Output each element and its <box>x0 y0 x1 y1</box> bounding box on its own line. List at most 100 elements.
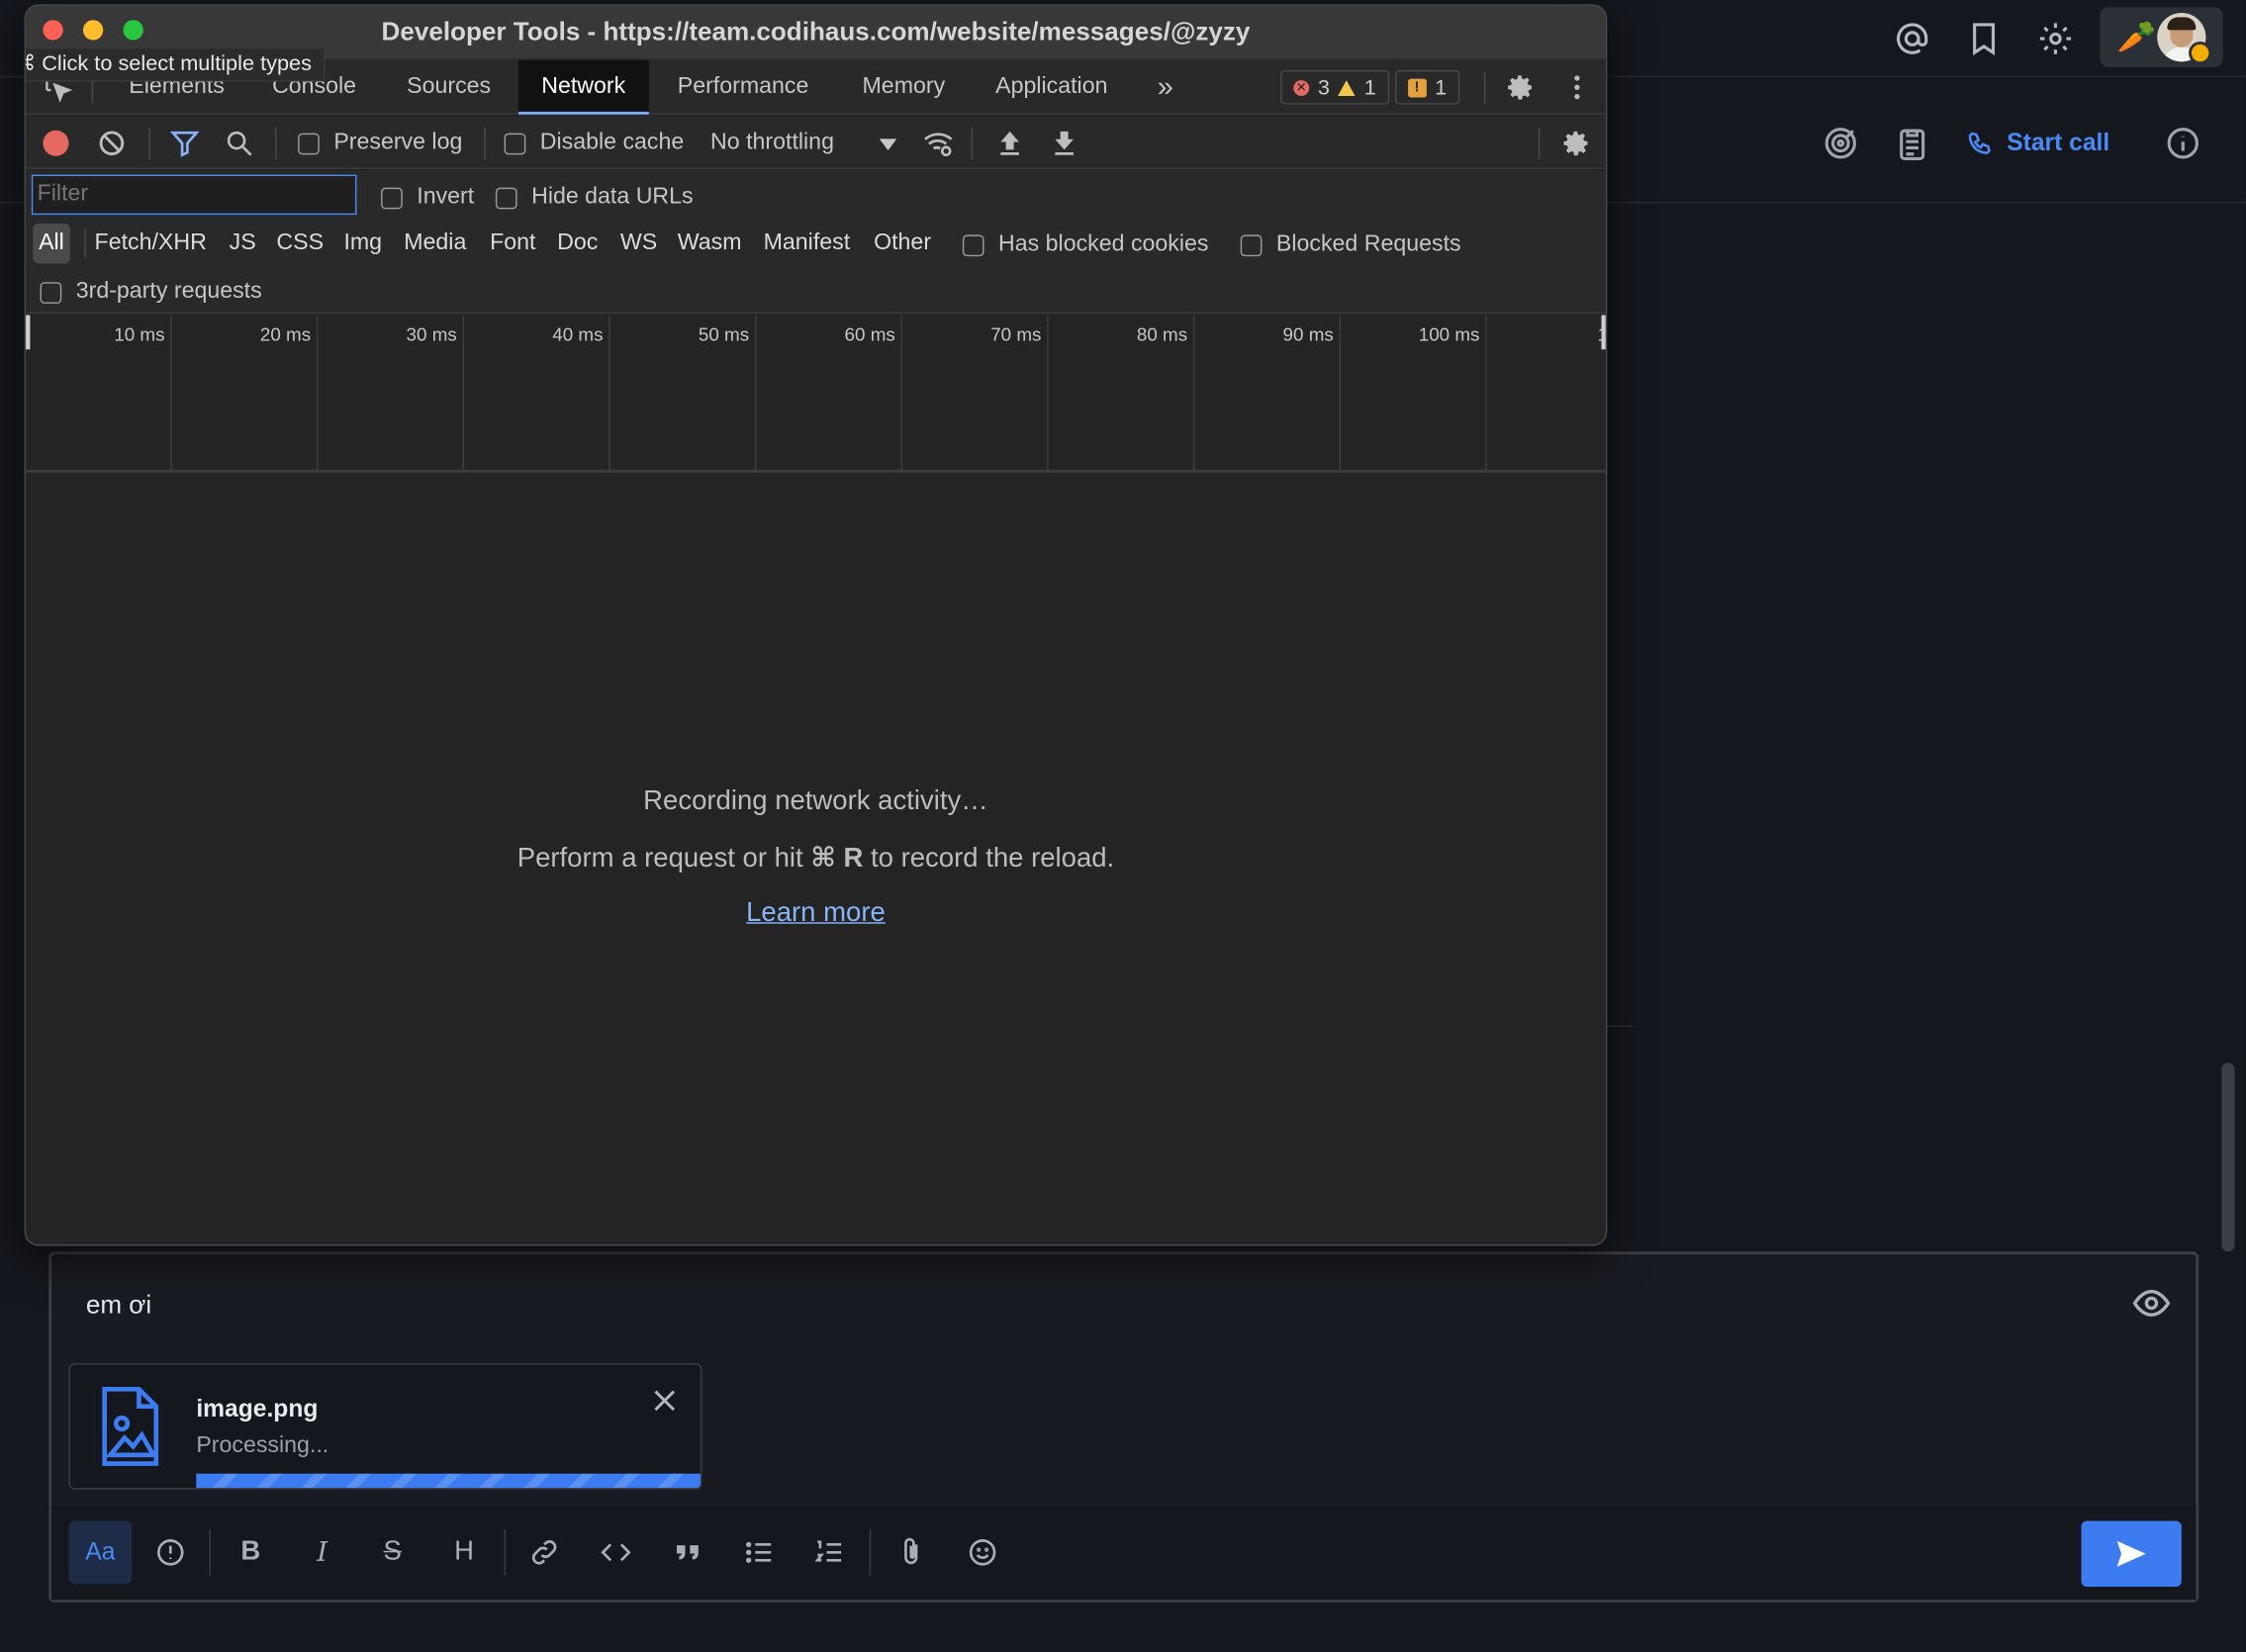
third-party-requests-checkbox[interactable]: 3rd-party requests <box>40 279 262 305</box>
tab-memory[interactable]: Memory <box>839 60 968 115</box>
type-filter-all[interactable]: All <box>33 223 70 264</box>
message-input[interactable]: em ơi <box>86 1290 151 1320</box>
gear-icon[interactable] <box>1504 71 1536 103</box>
info-icon[interactable] <box>2164 125 2201 162</box>
tab-performance[interactable]: Performance <box>655 60 832 115</box>
at-mention-icon[interactable] <box>1894 20 1931 57</box>
preserve-log-checkbox[interactable]: Preserve log <box>298 131 462 156</box>
start-call-button[interactable]: Start call <box>1967 125 2109 162</box>
divider <box>274 127 277 159</box>
type-filter-doc[interactable]: Doc <box>551 224 604 264</box>
type-filter-manifest[interactable]: Manifest <box>758 224 856 264</box>
formatting-toggle-button[interactable]: Aa <box>68 1520 133 1585</box>
record-icon[interactable] <box>43 130 69 156</box>
type-filter-wasm[interactable]: Wasm <box>672 224 747 264</box>
console-counters[interactable]: ✕ 3 1 ! 1 <box>1280 69 1460 105</box>
timeline-tick-label: 100 ms <box>1418 323 1480 345</box>
settings-icon[interactable] <box>2037 20 2075 57</box>
italic-button[interactable]: I <box>291 1520 354 1584</box>
errors-warnings-counter[interactable]: ✕ 3 1 <box>1280 69 1389 105</box>
type-filter-img[interactable]: Img <box>338 224 388 264</box>
checkbox[interactable] <box>381 186 403 209</box>
phone-icon <box>1968 132 1991 154</box>
timeline-tick-label: 50 ms <box>698 323 750 345</box>
timeline-tick-label: 110 <box>1597 323 1607 345</box>
send-button[interactable] <box>2081 1520 2182 1588</box>
heading-button[interactable]: H <box>432 1520 496 1584</box>
tab-sources[interactable]: Sources <box>384 60 514 115</box>
focus-target-icon[interactable] <box>1822 125 1859 162</box>
network-overview-timeline[interactable]: 10 ms 20 ms 30 ms 40 ms 50 ms 60 ms 70 ms 80 ms… <box>26 315 1607 473</box>
numbered-list-button[interactable] <box>797 1520 861 1584</box>
scrollbar[interactable] <box>2221 1062 2235 1252</box>
type-filter-css[interactable]: CSS <box>271 224 329 264</box>
bold-button[interactable]: B <box>219 1520 282 1584</box>
hide-data-urls-label: Hide data URLs <box>531 184 694 210</box>
type-filter-js[interactable]: JS <box>224 224 262 264</box>
divider <box>1607 1025 1634 1028</box>
timeline-tick-label: 90 ms <box>1282 323 1334 345</box>
reload-shortcut: ⌘ R <box>810 843 864 874</box>
more-options-icon[interactable] <box>1561 71 1593 103</box>
reload-hint-suffix: to record the reload. <box>863 843 1115 874</box>
user-menu[interactable]: 🥕 <box>2100 7 2223 68</box>
clipboard-icon[interactable] <box>1894 125 1931 162</box>
type-filter-ws[interactable]: WS <box>614 224 663 264</box>
priority-button[interactable] <box>139 1520 202 1584</box>
checkbox[interactable] <box>504 132 526 154</box>
issues-counter[interactable]: ! 1 <box>1394 69 1460 105</box>
disable-cache-checkbox[interactable]: Disable cache <box>504 131 684 156</box>
timeline-tick: 70 ms <box>902 315 1049 473</box>
bookmark-icon[interactable] <box>1965 20 2003 57</box>
tab-network[interactable]: Network <box>518 59 649 115</box>
bullet-list-button[interactable] <box>727 1520 791 1584</box>
learn-more-wrapper: Learn more <box>26 898 1606 930</box>
type-filter-font[interactable]: Font <box>484 224 541 264</box>
timeline-tick: 30 ms <box>318 315 465 473</box>
reload-hint: Perform a request or hit ⌘ R to record t… <box>26 842 1606 874</box>
close-icon[interactable] <box>649 1385 681 1417</box>
link-button[interactable] <box>513 1520 576 1584</box>
emoji-button[interactable] <box>951 1520 1014 1584</box>
formatting-bar: Aa B I S H <box>51 1506 2197 1601</box>
blocked-requests-checkbox[interactable]: Blocked Requests <box>1240 232 1461 258</box>
checkbox[interactable] <box>962 233 984 256</box>
divider <box>484 127 486 159</box>
upload-progress-fill <box>196 1473 701 1489</box>
eye-icon[interactable] <box>2131 1283 2172 1324</box>
attach-button[interactable] <box>880 1520 943 1584</box>
image-file-icon <box>102 1386 159 1466</box>
clear-icon[interactable] <box>97 129 126 157</box>
network-conditions-icon[interactable] <box>922 128 954 159</box>
checkbox[interactable] <box>495 186 517 209</box>
throttling-select[interactable]: No throttling <box>710 131 834 156</box>
timeline-tick: 10 ms <box>26 315 172 473</box>
tab-application[interactable]: Application <box>973 60 1131 115</box>
timeline-tick-label: 30 ms <box>406 323 457 345</box>
more-tabs-button[interactable]: » <box>1135 60 1196 115</box>
error-icon: ✕ <box>1293 79 1310 96</box>
type-filter-other[interactable]: Other <box>868 224 937 264</box>
type-filter-media[interactable]: Media <box>398 224 472 264</box>
quote-button[interactable] <box>656 1520 719 1584</box>
learn-more-link[interactable]: Learn more <box>746 898 886 928</box>
export-har-icon[interactable] <box>1049 128 1080 159</box>
checkbox[interactable] <box>40 281 62 304</box>
search-icon[interactable] <box>224 128 255 159</box>
has-blocked-cookies-checkbox[interactable]: Has blocked cookies <box>962 232 1208 258</box>
quote-icon <box>677 1545 699 1560</box>
type-filter-fetch-xhr[interactable]: Fetch/XHR <box>89 224 213 264</box>
hide-data-urls-checkbox[interactable]: Hide data URLs <box>495 184 694 211</box>
checkbox[interactable] <box>298 132 320 154</box>
strikethrough-button[interactable]: S <box>361 1520 424 1584</box>
checkbox[interactable] <box>1240 233 1263 256</box>
code-button[interactable] <box>585 1520 648 1584</box>
message-composer[interactable]: em ơi image.png Processing... Aa B I S H <box>48 1251 2199 1603</box>
filter-input[interactable] <box>31 174 357 216</box>
network-settings-gear-icon[interactable] <box>1560 128 1592 159</box>
import-har-icon[interactable] <box>994 128 1026 159</box>
issue-count: 1 <box>1435 75 1448 100</box>
timeline-tick-label: 20 ms <box>259 323 312 345</box>
invert-checkbox[interactable]: Invert <box>381 185 474 211</box>
filter-icon[interactable] <box>169 128 201 159</box>
